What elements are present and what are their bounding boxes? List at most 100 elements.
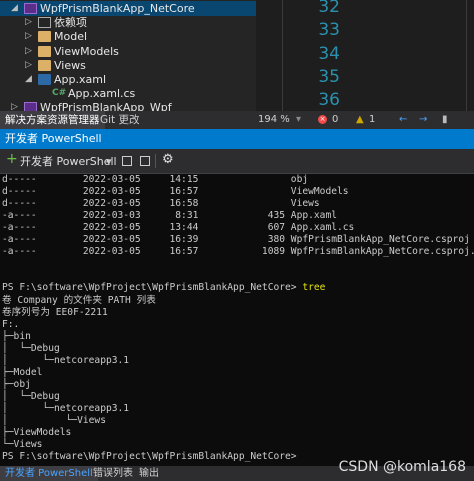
tree-item-project[interactable]: ◢ WpfPrismBlankApp_NetCore <box>0 1 256 16</box>
tab-git-changes[interactable]: Git 更改 <box>95 111 145 129</box>
chevron-right-icon[interactable]: ▷ <box>24 58 33 73</box>
gear-icon[interactable]: ⚙ <box>162 151 174 168</box>
console-output-line: ├─obj <box>2 379 31 391</box>
console-text: PS F:\software\WpfProject\WpfPrismBlankA… <box>2 282 303 294</box>
code-editor[interactable]: 32 33 34 35 36 <box>256 0 474 111</box>
console-text: d----- 2022-03-05 14:15 obj <box>2 174 309 185</box>
line-number: 34 <box>318 43 340 64</box>
console-text: │ └─Debug <box>2 390 60 402</box>
editor-status-bar: 194 % ▾ × 0 ▲ 1 ← → ▮ <box>256 111 474 129</box>
powershell-console[interactable]: d----- 2022-03-05 14:15 obj d----- 2022-0… <box>0 174 474 466</box>
tab-solution-explorer[interactable]: 解决方案资源管理器 <box>0 111 105 129</box>
powershell-title: 开发者 PowerShell <box>5 132 102 145</box>
folder-icon <box>38 45 51 57</box>
solution-explorer-tabs: 解决方案资源管理器 Git 更改 <box>0 111 256 129</box>
tab-error-list[interactable]: 错误列表 <box>88 466 138 481</box>
console-text: -a---- 2022-03-03 8:31 435 App.xaml <box>2 210 338 222</box>
console-text: │ └─Debug <box>2 342 60 354</box>
console-output-line: ├─ViewModels <box>2 427 71 439</box>
chevron-right-icon[interactable]: ▷ <box>24 29 33 44</box>
tree-item-cs[interactable]: C# App.xaml.cs <box>0 86 256 101</box>
console-output-line: ├─Model <box>2 367 42 379</box>
console-text: └─Views <box>2 439 43 451</box>
tree-item-xaml[interactable]: ◢ App.xaml <box>0 72 256 87</box>
editor-scrollbar[interactable] <box>466 0 467 111</box>
tree-item-label: 依赖项 <box>54 16 87 30</box>
chevron-down-icon[interactable]: ▾ <box>296 111 301 129</box>
console-text: 卷 Company 的文件夹 PATH 列表 <box>2 294 156 306</box>
nav-forward-arrow[interactable]: → <box>419 111 427 129</box>
console-output-line: -a---- 2022-03-05 16:57 1089 WpfPrismBla… <box>2 246 474 258</box>
console-output-line: 卷序列号为 EE0F-2211 <box>2 307 108 319</box>
console-output-line: 卷 Company 的文件夹 PATH 列表 <box>2 295 156 307</box>
tree-item-project[interactable]: ▷ WpfPrismBlankApp_Wpf <box>0 100 256 111</box>
error-count: 0 <box>332 114 339 125</box>
tab-output[interactable]: 输出 <box>134 466 164 481</box>
tree-item-dependencies[interactable]: ▷ 依赖项 <box>0 15 256 30</box>
console-text: d----- 2022-03-05 16:57 ViewModels <box>2 186 349 198</box>
toolbar-separator <box>155 154 156 168</box>
console-text: ├─bin <box>2 330 31 342</box>
add-icon[interactable]: + <box>6 151 18 168</box>
line-number: 35 <box>318 66 340 87</box>
tree-item-label: WpfPrismBlankApp_NetCore <box>40 2 195 15</box>
chevron-right-icon[interactable]: ▷ <box>24 44 33 59</box>
line-number: 33 <box>318 20 340 41</box>
chevron-down-icon[interactable]: ◢ <box>10 1 19 16</box>
console-prompt-line: PS F:\software\WpfProject\WpfPrismBlankA… <box>2 451 297 463</box>
nav-back-arrow[interactable]: ← <box>399 111 407 129</box>
chevron-right-icon[interactable]: ▷ <box>10 100 19 111</box>
copy-icon[interactable] <box>122 156 132 166</box>
console-text: F:. <box>2 318 20 330</box>
xaml-file-icon <box>38 74 51 85</box>
folder-icon <box>38 59 51 71</box>
watermark: CSDN @komla168 <box>338 459 466 475</box>
warning-icon[interactable]: ▲ <box>356 111 364 129</box>
tree-item-label: Model <box>54 30 88 44</box>
console-text: │ └─Views <box>2 415 106 426</box>
console-text: ├─ViewModels <box>2 427 72 439</box>
project-icon <box>24 102 37 111</box>
console-output-line: d----- 2022-03-05 16:58 Views <box>2 198 320 210</box>
console-output-line: │ └─netcoreapp3.1 <box>2 403 129 415</box>
console-text: -a---- 2022-03-05 16:57 1089 WpfPrismBla… <box>2 246 474 258</box>
console-text: d----- 2022-03-05 16:58 Views <box>2 198 320 210</box>
tree-item-folder[interactable]: ▷ Views <box>0 58 256 73</box>
chevron-down-icon[interactable]: ◢ <box>24 72 33 87</box>
tab-developer-powershell[interactable]: 开发者 PowerShell <box>0 466 98 481</box>
zoom-level[interactable]: 194 % <box>258 111 290 129</box>
tree-item-label: App.xaml <box>54 73 107 86</box>
console-output-line: d----- 2022-03-05 16:57 ViewModels <box>2 186 349 198</box>
editor-margin-line <box>282 0 283 111</box>
console-text: │ └─netcoreapp3.1 <box>2 402 130 414</box>
tree-item-label: Views <box>54 58 86 72</box>
console-text: ├─Model <box>2 366 43 378</box>
line-indicator-icon[interactable]: ▮ <box>442 111 448 129</box>
console-output-line: F:. <box>2 319 19 331</box>
console-output-line: ├─bin <box>2 331 31 343</box>
console-text: ├─obj <box>2 378 31 390</box>
console-output-line: └─Views <box>2 439 42 451</box>
tree-item-folder[interactable]: ▷ ViewModels <box>0 44 256 59</box>
console-output-line: │ └─netcoreapp3.1 <box>2 355 129 367</box>
console-output-line: │ └─Debug <box>2 343 60 355</box>
new-terminal-dropdown[interactable]: ▾ <box>106 153 112 170</box>
console-text: PS F:\software\WpfProject\WpfPrismBlankA… <box>2 451 297 463</box>
console-output-line: │ └─Debug <box>2 391 60 403</box>
error-icon[interactable]: × <box>318 115 327 124</box>
console-text: -a---- 2022-03-05 16:39 380 WpfPrismBlan… <box>2 234 470 246</box>
console-output-line: d----- 2022-03-05 14:15 obj <box>2 174 308 186</box>
console-output-line: -a---- 2022-03-03 8:31 435 App.xaml <box>2 210 337 222</box>
tree-item-folder[interactable]: ▷ Model <box>0 29 256 44</box>
warning-count: 1 <box>369 114 376 125</box>
console-text: 卷序列号为 EE0F-2211 <box>2 306 108 318</box>
chevron-right-icon[interactable]: ▷ <box>24 15 33 30</box>
csharp-file-icon: C# <box>52 88 67 99</box>
console-output-line: │ └─Views <box>2 415 106 427</box>
paste-icon[interactable] <box>140 156 150 166</box>
tree-item-label: WpfPrismBlankApp_Wpf <box>40 101 172 111</box>
new-terminal-label[interactable]: 开发者 PowerShell <box>20 153 117 170</box>
dependencies-icon <box>38 17 51 29</box>
line-number: 32 <box>318 0 340 17</box>
console-output-line: -a---- 2022-03-05 16:39 380 WpfPrismBlan… <box>2 234 470 246</box>
